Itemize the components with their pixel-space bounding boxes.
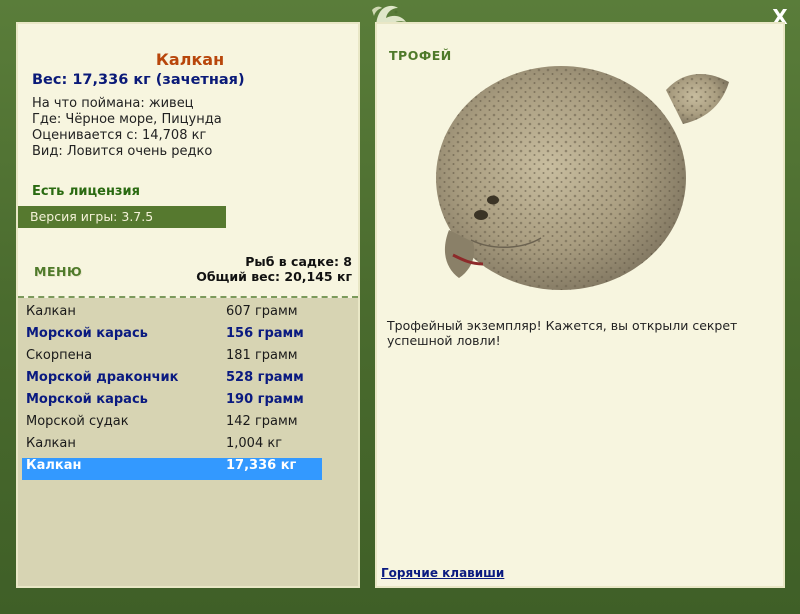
catch-fish-name: Калкан [26,304,76,319]
game-version: Версия игры: 3.7.5 [18,206,226,228]
catch-fish-weight: 17,336 кг [226,458,297,473]
divider [18,296,358,298]
fish-count: Рыб в садке: 8 [245,254,352,269]
catch-fish-weight: 181 грамм [226,348,298,363]
catch-list-item[interactable]: Морской карась 156 грамм [22,326,322,348]
catch-fish-name: Морской карась [26,392,148,407]
turbot-fish-image [436,66,729,290]
catch-fish-weight: 607 грамм [226,304,298,319]
catch-list-item[interactable]: Калкан 607 грамм [22,304,322,326]
fish-info-panel: Калкан Вес: 17,336 кг (зачетная) На что … [16,22,360,588]
catch-list-item[interactable]: Морской карась 190 грамм [22,392,322,414]
catch-list-item[interactable]: Калкан 17,336 кг [22,458,322,480]
catch-fish-weight: 1,004 кг [226,436,283,451]
catch-list-item[interactable]: Скорпена 181 грамм [22,348,322,370]
fish-weight: Вес: 17,336 кг (зачетная) [32,72,245,88]
catch-fish-weight: 156 грамм [226,326,304,341]
catch-fish-name: Калкан [26,436,76,451]
hotkeys-link[interactable]: Горячие клавиши [381,566,504,580]
fish-name: Калкан [155,50,225,69]
trophy-message: Трофейный экземпляр! Кажется, вы открыли… [387,318,738,348]
bait-info: На что поймана: живец [32,96,194,111]
location-info: Где: Чёрное море, Пицунда [32,112,222,127]
total-weight: Общий вес: 20,145 кг [196,269,352,284]
catch-list-item[interactable]: Морской дракончик 528 грамм [22,370,322,392]
catch-fish-name: Калкан [26,458,82,473]
trophy-panel: ТРОФЕЙ Трофейный экземпляр! Кажется, вы … [375,22,785,588]
catch-fish-weight: 528 грамм [226,370,304,385]
game-window: X Калкан Вес: 17,336 кг (зачетная) На чт… [0,0,800,614]
catch-fish-weight: 142 грамм [226,414,298,429]
catch-fish-name: Скорпена [26,348,93,363]
catch-list-item[interactable]: Калкан 1,004 кг [22,436,322,458]
trophy-label: ТРОФЕЙ [389,48,452,63]
keepnet-stats: Рыб в садке: 8 Общий вес: 20,145 кг [196,254,352,284]
menu-button[interactable]: МЕНЮ [34,264,82,279]
catch-list-item[interactable]: Морской судак 142 грамм [22,414,322,436]
catch-fish-name: Морской судак [26,414,129,429]
valuation-info: Оценивается с: 14,708 кг [32,128,207,143]
catch-list: Калкан 607 грамм Морской карась 156 грамм Ск… [22,304,322,480]
rarity-info: Вид: Ловится очень редко [32,144,213,159]
catch-fish-name: Морской карась [26,326,148,341]
license-status: Есть лицензия [32,184,140,199]
catch-fish-name: Морской дракончик [26,370,179,385]
catch-fish-weight: 190 грамм [226,392,304,407]
